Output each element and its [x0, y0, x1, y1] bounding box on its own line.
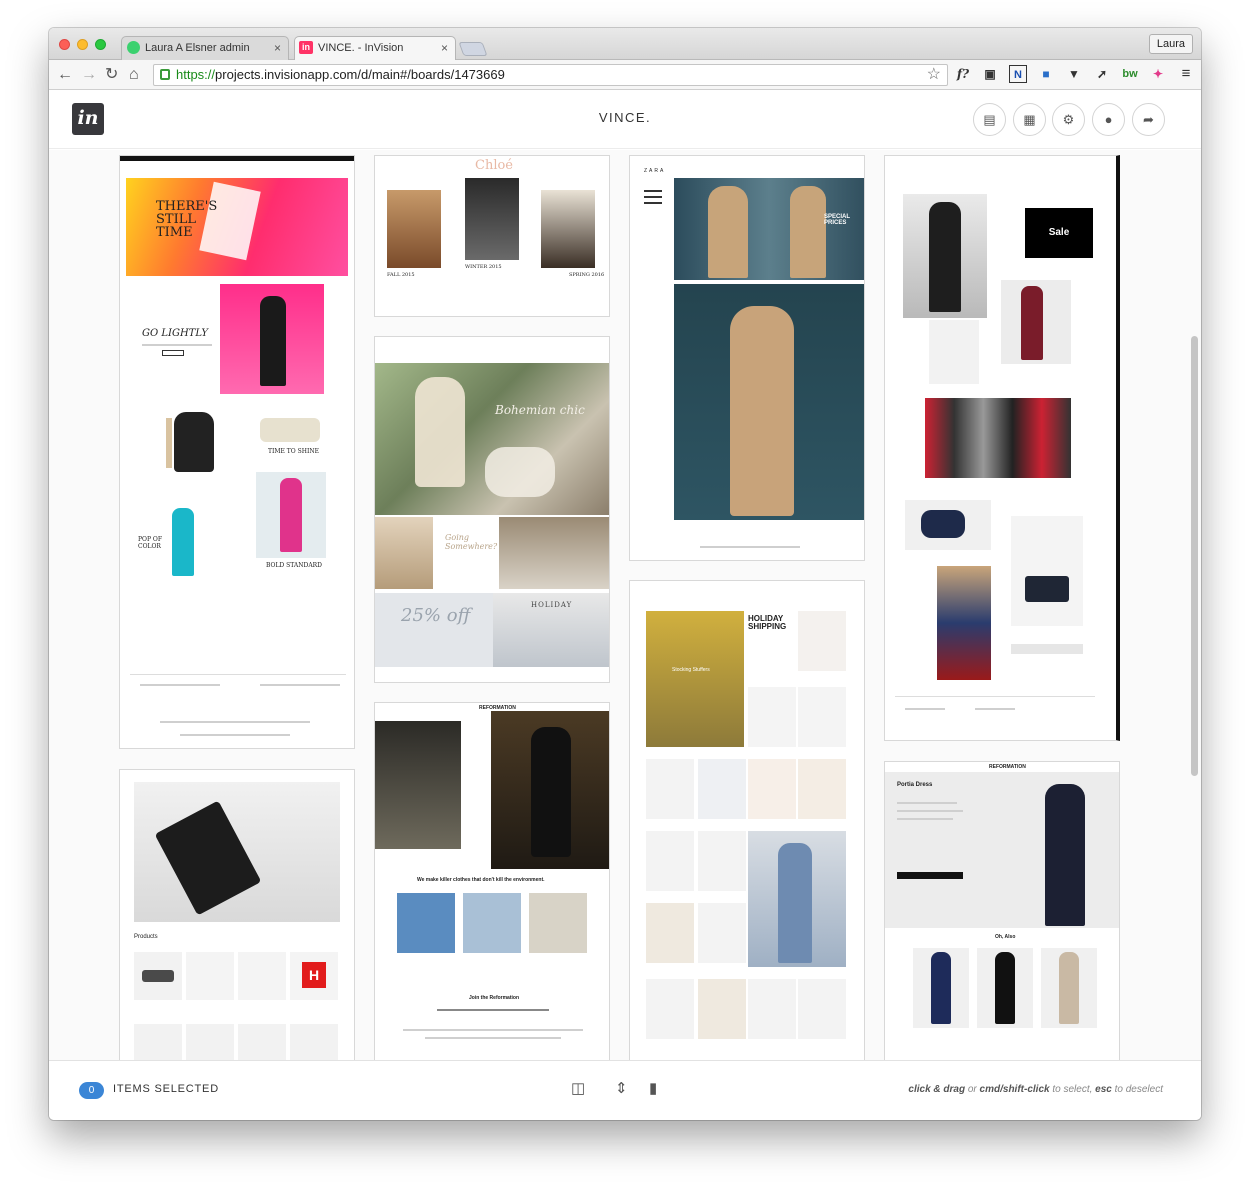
tab-label: Laura A Elsner admin	[145, 42, 250, 54]
board-card-chloe[interactable]: Chloé FALL 2015 WINTER 2015 SPRING 2016	[374, 155, 610, 317]
reformation-tagline: We make killer clothes that don't kill t…	[417, 877, 545, 883]
url-scheme: https://	[176, 67, 216, 82]
eyedropper-extension-icon[interactable]: ➚	[1093, 65, 1111, 83]
browser-window: Laura A Elsner admin × in VINCE. - InVis…	[49, 28, 1201, 1120]
board-card-reformation-portia[interactable]: REFORMATION Portia Dress Oh, Also	[884, 761, 1120, 1060]
home-icon[interactable]: ⌂	[129, 65, 139, 85]
close-window-button[interactable]	[59, 39, 70, 50]
h-logo: H	[302, 962, 326, 988]
selection-hint: click & drag or cmd/shift-click to selec…	[908, 1084, 1163, 1095]
board-card-dvf[interactable]: THERE'S STILL TIME GO LIGHTLY TIME TO SH…	[119, 155, 355, 749]
holiday-shipping: HOLIDAY SHIPPING	[748, 614, 787, 631]
coat-model-image	[730, 306, 794, 516]
board-card-need-supply[interactable]: Stocking Stuffers HOLIDAY SHIPPING	[629, 580, 865, 1060]
go-lightly-text: GO LIGHTLY	[142, 328, 208, 339]
reload-icon[interactable]: ↻	[105, 65, 118, 85]
items-selected-label: ITEMS SELECTED	[113, 1083, 219, 1095]
tab-strip: Laura A Elsner admin × in VINCE. - InVis…	[49, 28, 1201, 60]
board-scrollbar[interactable]	[1191, 336, 1198, 776]
tab-invision[interactable]: in VINCE. - InVision ×	[294, 36, 456, 60]
forward-icon[interactable]: →	[81, 65, 97, 85]
portia-model-image	[1045, 784, 1085, 926]
holiday-text: HOLIDAY	[531, 601, 573, 609]
n-extension-icon[interactable]: N	[1009, 65, 1027, 83]
layout-icon[interactable]: ▤	[973, 103, 1006, 136]
fall-label: FALL 2015	[387, 272, 415, 278]
new-tab-button[interactable]	[458, 42, 488, 56]
portia-dress: Portia Dress	[897, 782, 933, 788]
join-reformation: Join the Reformation	[469, 995, 520, 1001]
comment-icon[interactable]: ●	[1092, 103, 1125, 136]
settings-gear-icon[interactable]: ⚙	[1052, 103, 1085, 136]
back-icon[interactable]: ←	[57, 65, 73, 85]
stamp-extension-icon[interactable]: ▣	[981, 65, 999, 83]
invision-favicon-icon: in	[299, 41, 313, 54]
reformation-brand: REFORMATION	[989, 764, 1026, 770]
tab-favicon-icon	[127, 41, 140, 54]
tab-label: VINCE. - InVision	[318, 42, 404, 54]
zara-brand: ZARA	[644, 168, 666, 174]
board-card-products[interactable]: Products H	[119, 769, 355, 1060]
color-extension-icon[interactable]: ✦	[1149, 65, 1167, 83]
lock-icon	[160, 69, 170, 80]
sale-tile: Sale	[1025, 208, 1093, 258]
chloe-brand: Chloé	[475, 158, 513, 173]
oh-also: Oh, Also	[995, 934, 1016, 940]
bw-extension-icon[interactable]: bw	[1121, 65, 1139, 83]
bohemian-headline: Bohemian chic	[495, 403, 585, 417]
board-canvas[interactable]: THERE'S STILL TIME GO LIGHTLY TIME TO SH…	[49, 150, 1201, 1060]
time-to-shine-text: TIME TO SHINE	[268, 448, 319, 455]
share-icon[interactable]: ➦	[1132, 103, 1165, 136]
board-card-reformation[interactable]: REFORMATION We make killer clothes that …	[374, 702, 610, 1060]
profile-button[interactable]: Laura	[1148, 34, 1193, 54]
stocking-stuffers: Stocking Stuffers	[672, 667, 710, 673]
board-card-zara[interactable]: ZARA SPECIAL PRICES	[629, 155, 865, 561]
trash-icon[interactable]: ▮	[649, 1079, 657, 1097]
tab-close-icon[interactable]: ×	[274, 36, 281, 60]
minimize-window-button[interactable]	[77, 39, 88, 50]
bank-extension-icon[interactable]: ■	[1037, 65, 1055, 83]
bold-standard-text: BOLD STANDARD	[266, 562, 322, 569]
pop-of-color-text: POP OF COLOR	[138, 536, 162, 550]
hero-text: THERE'S STILL TIME	[156, 199, 218, 240]
board-card-boho[interactable]: Bohemian chic Going Somewhere? 25% off H…	[374, 336, 610, 683]
special-prices: SPECIAL PRICES	[824, 214, 850, 226]
selection-footer: 0 ITEMS SELECTED ◫ ⇕ ▮ click & drag or c…	[49, 1060, 1201, 1120]
browser-toolbar: ← → ↻ ⌂ https://projects.invisionapp.com…	[49, 60, 1201, 90]
going-somewhere: Going Somewhere?	[445, 533, 498, 551]
url-text: projects.invisionapp.com/d/main#/boards/…	[215, 67, 505, 82]
maximize-window-button[interactable]	[95, 39, 106, 50]
menu-icon[interactable]: ≡	[1177, 65, 1195, 83]
selected-count-badge: 0	[79, 1082, 104, 1099]
app-header: in VINCE. ▤ ▦ ⚙ ● ➦	[49, 91, 1201, 149]
tab-admin[interactable]: Laura A Elsner admin ×	[121, 36, 289, 60]
fx-extension-icon[interactable]: f?	[954, 65, 972, 83]
tab-close-icon[interactable]: ×	[441, 36, 448, 60]
columns-icon[interactable]: ◫	[571, 1079, 585, 1097]
spring-label: SPRING 2016	[569, 272, 605, 278]
board-card-mrporter[interactable]: Sale	[884, 155, 1120, 741]
winter-label: WINTER 2015	[465, 264, 502, 270]
sale-25-text: 25% off	[401, 605, 471, 626]
products-label: Products	[134, 934, 158, 940]
address-bar[interactable]: https://projects.invisionapp.com/d/main#…	[153, 64, 948, 86]
pocket-extension-icon[interactable]: ▼	[1065, 65, 1083, 83]
bookmark-star-icon[interactable]: ☆	[927, 65, 941, 85]
grid-view-icon[interactable]: ▦	[1013, 103, 1046, 136]
sort-arrows-icon[interactable]: ⇕	[615, 1079, 628, 1097]
